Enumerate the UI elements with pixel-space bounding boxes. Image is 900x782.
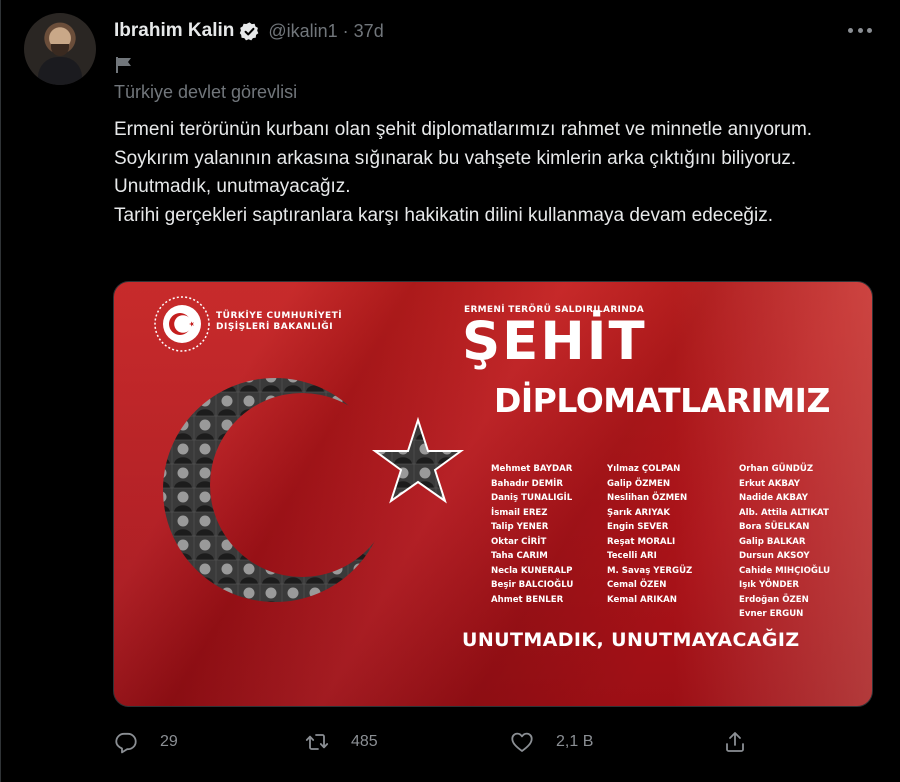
name-entry: Beşir BALCIOĞLU [491,580,574,590]
reply-button[interactable]: 29 [114,727,178,757]
name-entry: Daniş TUNALIGİL [491,493,573,503]
name-entry: Bora SÜELKAN [739,522,810,532]
name-entry: Yılmaz ÇOLPAN [607,464,681,474]
name-entry: Cahide MIHÇIOĞLU [739,565,831,576]
tweet-header: Ibrahim Kalin @ikalin1 · 37d [114,18,384,44]
name-entry: Cemal ÖZEN [607,580,667,590]
crescent-star-collage [150,368,470,618]
separator-dot: · [342,20,349,41]
author-name[interactable]: Ibrahim Kalin [114,20,234,42]
avatar-suit [38,57,82,85]
more-dot [848,27,853,33]
name-entry: Dursun AKSOY [739,551,810,561]
names-column-3: Orhan GÜNDÜZ Erkut AKBAY Nadide AKBAY Al… [739,462,830,622]
reply-icon [115,732,137,754]
account-label: Türkiye devlet görevlisi [114,82,298,102]
name-entry: Orhan GÜNDÜZ [739,464,814,474]
name-entry: Neslihan ÖZMEN [607,493,688,503]
retweet-count: 485 [351,733,378,750]
tweet-text: Ermeni terörünün kurbanı olan şehit dipl… [114,119,813,226]
retweet-button[interactable]: 485 [305,727,378,757]
name-entry: Oktar CİRİT [491,536,547,547]
tweet-actions: 29 485 2,1 B [114,727,754,757]
more-dot [857,27,863,33]
ministry-name: TÜRKİYE CUMHURİYETİ DIŞİŞLERİ BAKANLIĞI [216,311,343,332]
share-button[interactable] [723,727,747,757]
like-count: 2,1 B [556,733,594,750]
name-entry: Tecelli ARI [607,551,657,561]
name-entry: Şarık ARIYAK [607,507,671,518]
name-entry: Nadide AKBAY [739,493,808,503]
share-icon [726,732,744,752]
name-entry: Galip BALKAR [739,536,806,547]
name-entry: Ahmet BENLER [491,594,564,605]
name-entry: Alb. Attila ALTIKAT [739,507,829,518]
avatar-beard [51,44,69,56]
names-column-2: Yılmaz ÇOLPAN Galip ÖZMEN Neslihan ÖZMEN… [607,462,692,607]
heart-icon [511,732,533,752]
avatar[interactable] [24,13,96,85]
name-entry: Erdoğan ÖZEN [739,594,809,605]
tweet-image[interactable]: TÜRKİYE CUMHURİYETİ DIŞİŞLERİ BAKANLIĞI … [113,281,873,707]
name-entry: Engin SEVER [607,522,669,532]
name-entry: Necla KUNERALP [491,565,573,576]
names-column-1: Mehmet BAYDAR Bahadır DEMİR Daniş TUNALI… [491,462,573,607]
name-entry: Reşat MORALI [607,536,676,547]
ministry-emblem-icon [154,296,210,352]
flag-icon [116,57,131,73]
verified-badge-icon [240,21,259,40]
tweet[interactable]: Ibrahim Kalin @ikalin1 · 37d Türkiye dev… [0,0,900,782]
name-entry: Bahadır DEMİR [491,478,563,489]
name-entry: Talip YENER [491,522,549,532]
name-entry: Mehmet BAYDAR [491,464,573,474]
like-button[interactable]: 2,1 B [510,727,593,757]
name-entry: Evner ERGUN [739,609,804,619]
image-title-line1: ŞEHİT [462,311,647,372]
name-entry: Taha CARIM [491,551,548,561]
reply-count: 29 [160,733,178,750]
tweet-time[interactable]: 37d [354,21,384,42]
name-entry: M. Savaş YERGÜZ [607,565,693,576]
author-handle[interactable]: @ikalin1 [268,21,337,42]
more-dots-icon[interactable] [845,18,875,42]
name-entry: İsmail EREZ [491,507,548,518]
more-dot [867,27,872,33]
image-title-line2: DİPLOMATLARIMIZ [494,381,830,420]
name-entry: Galip ÖZMEN [607,478,671,489]
name-entry: Erkut AKBAY [739,478,800,489]
retweet-icon [305,734,329,750]
name-entry: Işık YÖNDER [739,580,800,590]
image-slogan: UNUTMADIK, UNUTMAYACAĞIZ [462,629,800,651]
name-entry: Kemal ARIKAN [607,594,677,605]
